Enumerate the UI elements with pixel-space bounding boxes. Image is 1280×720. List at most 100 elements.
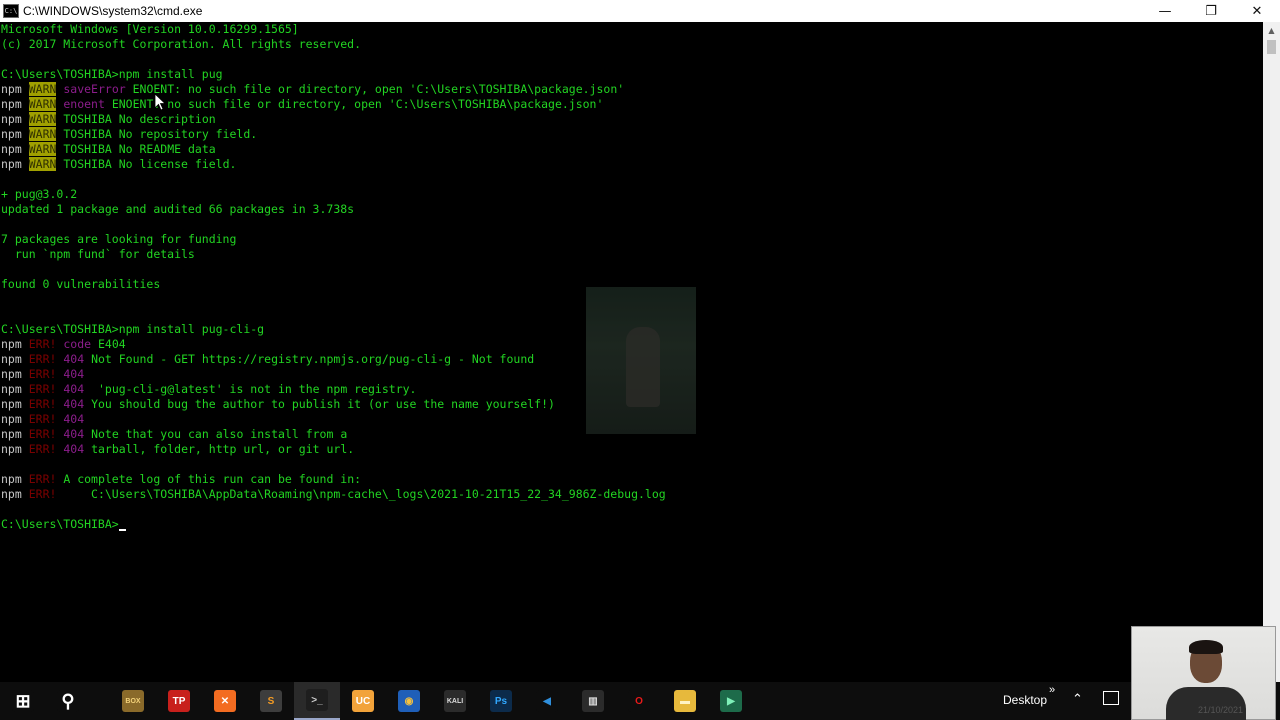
log-message: tarball, folder, http url, or git url. xyxy=(84,442,355,456)
tray-expand-icon[interactable]: ⌃ xyxy=(1072,691,1083,707)
terminal-line: npm ERR! C:\Users\TOSHIBA\AppData\Roamin… xyxy=(1,487,1263,502)
warn-tag: WARN xyxy=(28,127,57,141)
vscode-taskbar-button[interactable]: ◀ xyxy=(524,682,570,720)
window-title-bar[interactable]: C:\ C:\WINDOWS\system32\cmd.exe — ❐ ✕ xyxy=(0,0,1280,22)
tp-taskbar-button[interactable]: TP xyxy=(156,682,202,720)
xampp-taskbar-button[interactable]: ✕ xyxy=(202,682,248,720)
log-message: You should bug the author to publish it … xyxy=(84,397,555,411)
log-subtag: saveError xyxy=(63,82,126,96)
terminal-line: + pug@3.0.2 xyxy=(1,187,1263,202)
globe-taskbar-button[interactable]: ◉ xyxy=(386,682,432,720)
terminal-text: + pug@3.0.2 xyxy=(1,187,78,201)
scroll-up-arrow-icon[interactable]: ▲ xyxy=(1263,22,1280,39)
start-button-icon: ⊞ xyxy=(12,690,34,712)
err-tag: ERR! xyxy=(28,487,57,501)
vertical-scrollbar[interactable]: ▲ xyxy=(1263,22,1280,682)
toolbar-chevron-icon[interactable]: » xyxy=(1049,684,1055,696)
sublime-taskbar-button[interactable]: S xyxy=(248,682,294,720)
npm-prefix: npm xyxy=(1,412,22,426)
maximize-button[interactable]: ❐ xyxy=(1188,0,1234,22)
err-tag: ERR! xyxy=(28,337,57,351)
opera-taskbar-button[interactable]: O xyxy=(616,682,662,720)
photoshop-taskbar-button[interactable]: Ps xyxy=(478,682,524,720)
log-message: ENOENT: no such file or directory, open … xyxy=(125,82,625,96)
dosbox-taskbar-button[interactable]: BOX xyxy=(110,682,156,720)
uc-browser-icon: UC xyxy=(352,690,374,712)
terminal-text: (c) 2017 Microsoft Corporation. All righ… xyxy=(1,37,362,51)
warn-tag: WARN xyxy=(28,142,57,156)
app-taskbar-button[interactable]: ▶ xyxy=(708,682,754,720)
kali-taskbar-button[interactable]: KALI xyxy=(432,682,478,720)
app-icon: ▶ xyxy=(720,690,742,712)
log-subtag: code xyxy=(63,337,92,351)
npm-prefix: npm xyxy=(1,427,22,441)
terminal-text: updated 1 package and audited 66 package… xyxy=(1,202,355,216)
npm-prefix: npm xyxy=(1,367,22,381)
webcam-clock-text: 21/10/2021 xyxy=(1198,705,1244,715)
log-message: ENOENT: no such file or directory, open … xyxy=(104,97,604,111)
action-center-icon[interactable] xyxy=(1103,691,1119,705)
cmd-taskbar-button[interactable]: >_ xyxy=(294,682,340,720)
terminal-text: C:\Users\TOSHIBA>npm install pug-cli-g xyxy=(1,322,265,336)
warn-tag: WARN xyxy=(28,82,57,96)
close-button[interactable]: ✕ xyxy=(1234,0,1280,22)
err-tag: ERR! xyxy=(28,382,57,396)
npm-prefix: npm xyxy=(1,487,22,501)
log-message: Note that you can also install from a xyxy=(84,427,348,441)
sublime-icon: S xyxy=(260,690,282,712)
piano-taskbar-button[interactable]: ▥ xyxy=(570,682,616,720)
log-message: TOSHIBA No license field. xyxy=(56,157,237,171)
terminal-text: C:\Users\TOSHIBA>npm install pug xyxy=(1,67,223,81)
search-taskbar-button[interactable]: ⚲ xyxy=(45,682,91,720)
npm-prefix: npm xyxy=(1,442,22,456)
taskbar: Desktop » ⌃ ⊞ ⚲ BOX TP ✕ S >_ UC ◉ KALI Ps ◀ ▥ O ▬ ▶ xyxy=(0,682,1280,720)
minimize-button[interactable]: — xyxy=(1142,0,1188,22)
log-subtag: 404 xyxy=(63,397,85,411)
terminal-line: npm ERR! 404 tarball, folder, http url, … xyxy=(1,442,1263,457)
file-explorer-taskbar-button[interactable]: ▬ xyxy=(662,682,708,720)
err-tag: ERR! xyxy=(28,427,57,441)
terminal-line: (c) 2017 Microsoft Corporation. All righ… xyxy=(1,37,1263,52)
tp-icon: TP xyxy=(168,690,190,712)
npm-prefix: npm xyxy=(1,127,22,141)
xampp-icon: ✕ xyxy=(214,690,236,712)
desktop-toolbar-label[interactable]: Desktop xyxy=(1003,693,1047,707)
terminal-line: Microsoft Windows [Version 10.0.16299.15… xyxy=(1,22,1263,37)
npm-prefix: npm xyxy=(1,82,22,96)
err-tag: ERR! xyxy=(28,397,57,411)
terminal-line: updated 1 package and audited 66 package… xyxy=(1,202,1263,217)
window-title: C:\WINDOWS\system32\cmd.exe xyxy=(23,4,203,18)
photoshop-icon: Ps xyxy=(490,690,512,712)
person-figure xyxy=(626,327,660,407)
err-tag: ERR! xyxy=(28,472,57,486)
file-explorer-icon: ▬ xyxy=(674,690,696,712)
npm-prefix: npm xyxy=(1,157,22,171)
log-message: 'pug-cli-g@latest' is not in the npm reg… xyxy=(84,382,417,396)
log-message: TOSHIBA No README data xyxy=(56,142,216,156)
terminal-text: 7 packages are looking for funding xyxy=(1,232,237,246)
scrollbar-thumb[interactable] xyxy=(1267,40,1276,54)
log-subtag: 404 xyxy=(63,412,85,426)
vscode-icon: ◀ xyxy=(536,690,558,712)
terminal-line: npm WARN saveError ENOENT: no such file … xyxy=(1,82,1263,97)
log-message: C:\Users\TOSHIBA\AppData\Roaming\npm-cac… xyxy=(56,487,666,501)
terminal-line: run `npm fund` for details xyxy=(1,247,1263,262)
npm-prefix: npm xyxy=(1,382,22,396)
kali-icon: KALI xyxy=(444,690,466,712)
log-subtag: 404 xyxy=(63,367,85,381)
start-button-taskbar-button[interactable]: ⊞ xyxy=(0,682,46,720)
err-tag: ERR! xyxy=(28,367,57,381)
piano-icon: ▥ xyxy=(582,690,604,712)
npm-prefix: npm xyxy=(1,337,22,351)
err-tag: ERR! xyxy=(28,412,57,426)
uc-browser-taskbar-button[interactable]: UC xyxy=(340,682,386,720)
npm-prefix: npm xyxy=(1,352,22,366)
search-icon: ⚲ xyxy=(57,690,79,712)
background-photo-overlay xyxy=(586,287,696,434)
